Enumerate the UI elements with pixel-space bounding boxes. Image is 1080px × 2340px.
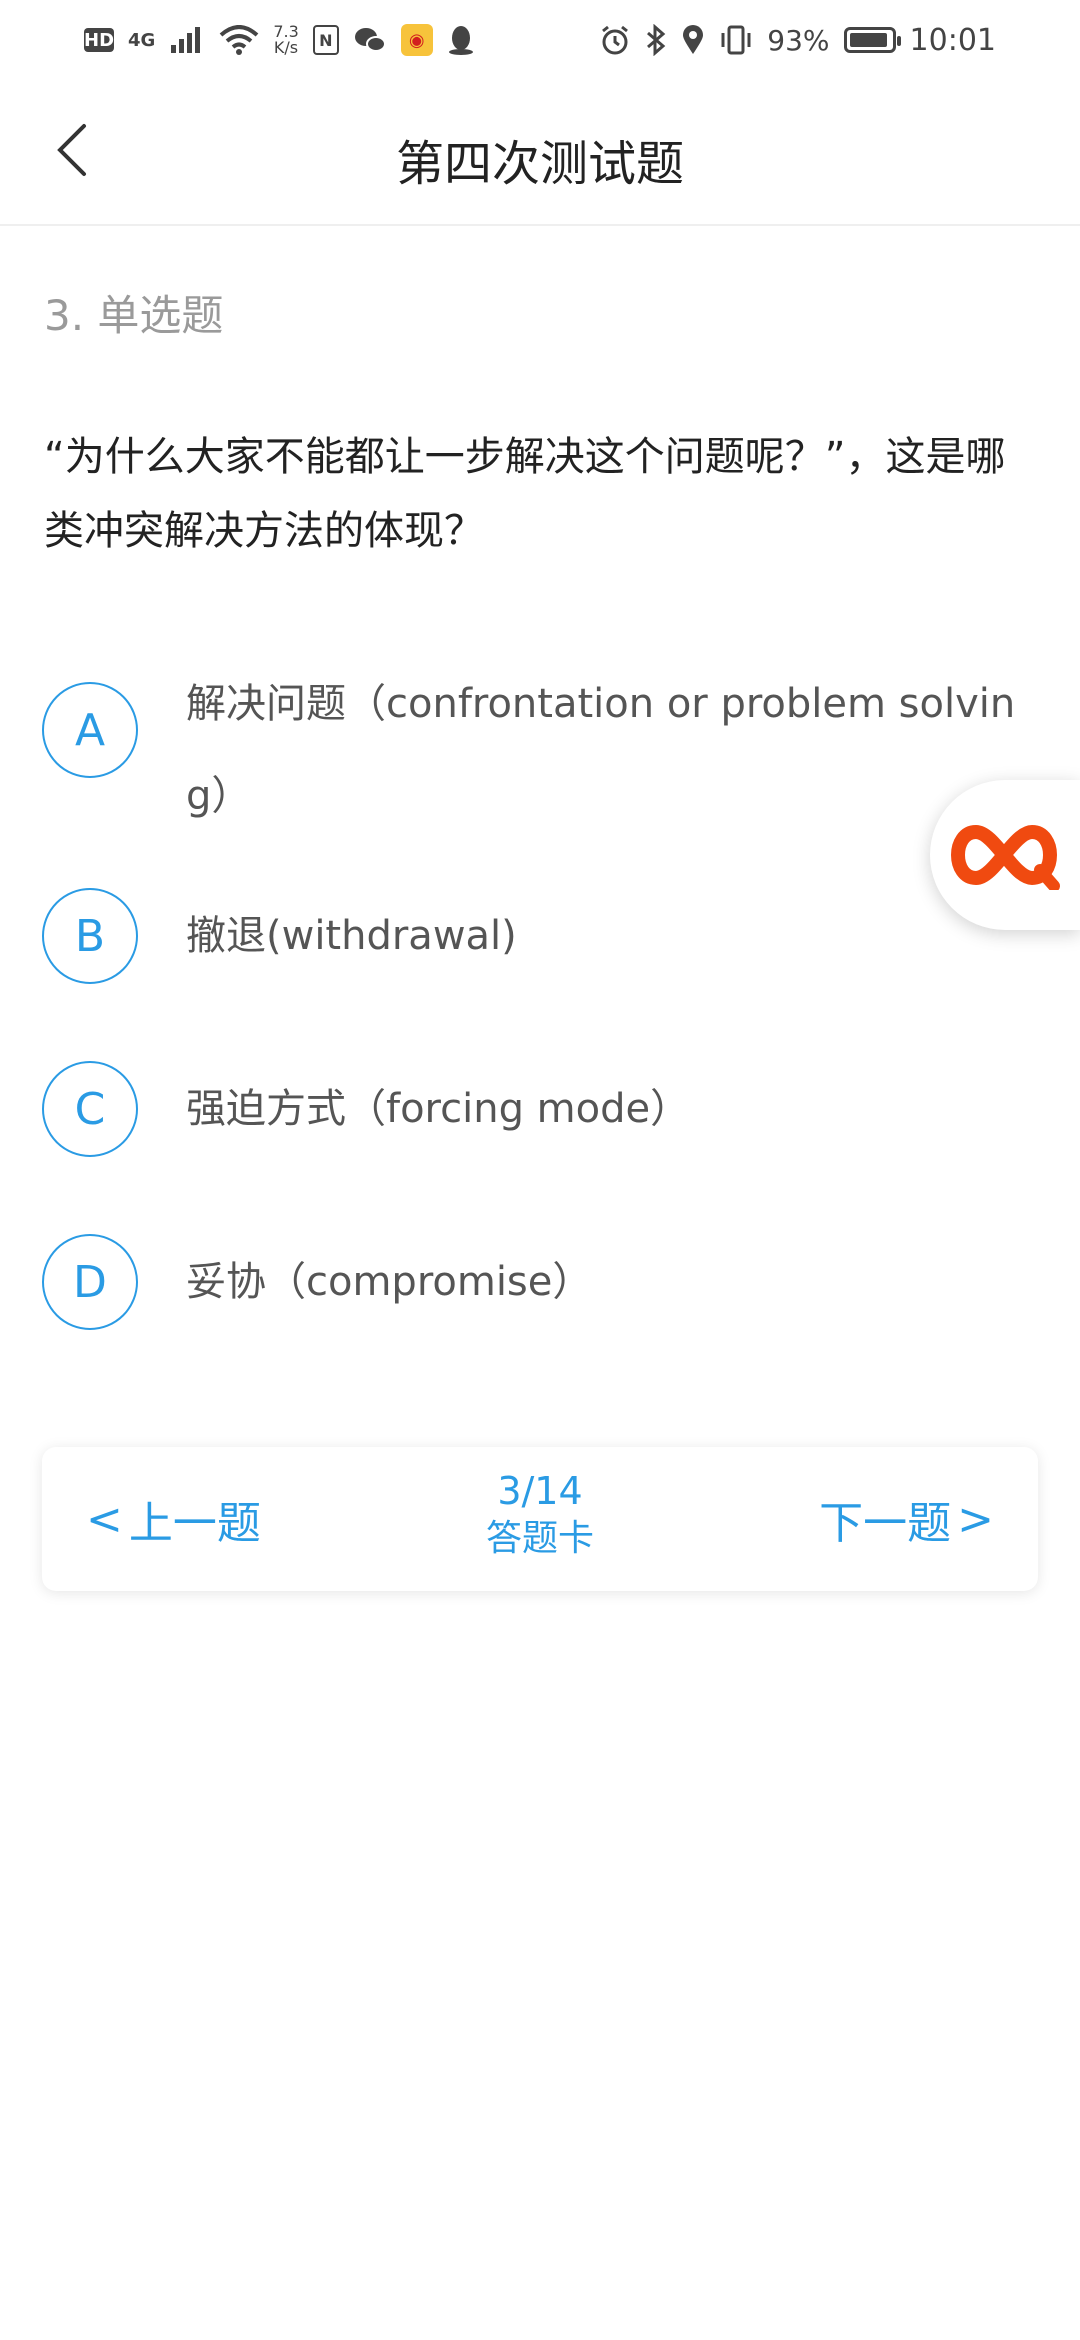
infinity-logo-icon <box>951 824 1060 890</box>
wifi-icon <box>219 25 259 55</box>
option-d[interactable]: D 妥协（compromise） <box>42 1234 1022 1334</box>
next-question-button[interactable]: 下一题 > <box>819 1447 1000 1591</box>
option-text: 妥协（compromise） <box>186 1259 593 1305</box>
question-type: 3. 单选题 <box>44 291 224 340</box>
next-question-label: 下一题 <box>819 1498 952 1549</box>
chevron-right-icon: > <box>957 1493 994 1545</box>
option-letter-circle: B <box>42 888 138 984</box>
option-text: 强迫方式（forcing mode） <box>186 1086 691 1132</box>
net-speed-unit: K/s <box>273 38 299 57</box>
alarm-icon <box>602 25 629 55</box>
qq-icon <box>448 26 473 55</box>
option-a[interactable]: A 解决问题（confrontation or problem solving） <box>42 680 1022 820</box>
status-right: 93% 10:01 <box>599 23 996 58</box>
battery-percent: 93% <box>767 23 830 57</box>
location-icon <box>683 25 704 54</box>
option-letter-circle: A <box>42 682 138 778</box>
option-letter-circle: D <box>42 1234 138 1330</box>
weibo-icon: ◉ <box>400 24 433 56</box>
signal-icon <box>171 27 201 53</box>
option-text: 解决问题（confrontation or problem solving） <box>186 681 1016 819</box>
vibrate-icon <box>721 25 751 55</box>
floating-assistant-inner <box>942 793 1066 917</box>
bluetooth-icon <box>647 24 666 56</box>
wechat-icon <box>354 28 386 52</box>
nav-bar: 第四次测试题 <box>0 80 1080 226</box>
option-c[interactable]: C 强迫方式（forcing mode） <box>42 1061 1022 1161</box>
nfc-icon: N <box>312 25 339 55</box>
status-left: HD 4G 7.3 K/s N ◉ <box>84 24 475 56</box>
option-text: 撤退(withdrawal) <box>186 913 517 959</box>
clock: 10:01 <box>909 22 996 58</box>
network-label: 4G <box>128 29 156 51</box>
status-bar: HD 4G 7.3 K/s N ◉ 93% 10:01 <box>0 0 1080 80</box>
net-speed: 7.3 K/s <box>273 24 298 56</box>
question-stem: “为什么大家不能都让一步解决这个问题呢？”，这是哪类冲突解决方法的体现？ <box>44 434 1006 554</box>
option-b[interactable]: B 撤退(withdrawal) <box>42 888 1022 988</box>
floating-assistant-button[interactable] <box>930 780 1080 930</box>
option-letter-circle: C <box>42 1061 138 1157</box>
page-title: 第四次测试题 <box>395 136 684 192</box>
hd-icon: HD <box>84 28 115 52</box>
battery-icon <box>843 27 901 53</box>
question-pager: < 上一题 3/14 答题卡 下一题 > <box>42 1447 1038 1591</box>
battery-fill <box>849 33 887 47</box>
